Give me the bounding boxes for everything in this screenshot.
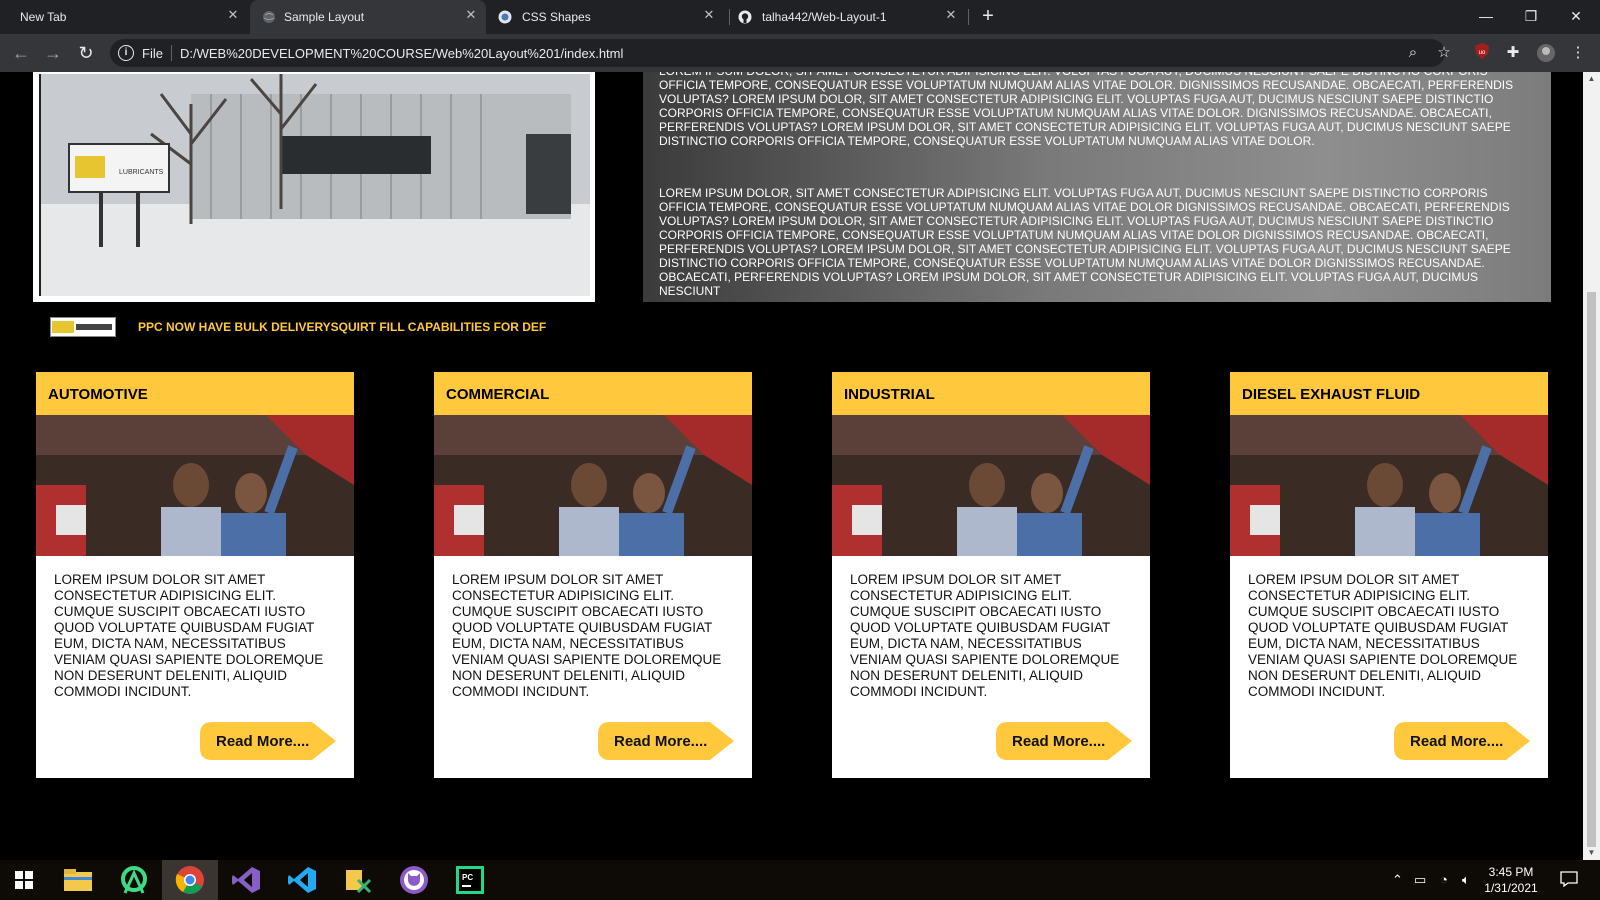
- card-title: Automotive: [36, 372, 354, 415]
- close-icon[interactable]: ✕: [226, 8, 240, 22]
- new-tab-icon[interactable]: +: [978, 6, 998, 27]
- tab-strip: New Tab ✕ Sample Layout ✕ CSS Shapes ✕ t…: [0, 0, 1600, 34]
- close-icon[interactable]: ✕: [702, 8, 716, 22]
- volume-icon[interactable]: 🔈︎: [1462, 872, 1470, 888]
- close-icon[interactable]: ✕: [944, 8, 958, 22]
- clock-date: 1/31/2021: [1484, 881, 1538, 895]
- read-more-label: Read More....: [216, 733, 310, 750]
- wifi-icon[interactable]: ◔: [1440, 872, 1448, 887]
- puzzle-icon[interactable]: ✚: [1503, 43, 1523, 63]
- globe-icon: [263, 11, 275, 23]
- page-viewport: LUBRICANTS Lorem ipsum dolor, sit amet c…: [0, 72, 1583, 860]
- tab-new-tab[interactable]: New Tab ✕: [8, 0, 244, 34]
- svg-text:LUBRICANTS: LUBRICANTS: [119, 169, 164, 176]
- ublock-icon[interactable]: uo: [1472, 43, 1492, 63]
- read-more-label: Read More....: [1410, 733, 1504, 750]
- tab-title: CSS Shapes: [522, 10, 591, 24]
- window-close-icon[interactable]: ✕: [1566, 6, 1586, 26]
- hero-paragraph: Lorem ipsum dolor, sit amet consectetur …: [659, 186, 1511, 298]
- scroll-down-icon[interactable]: ▼: [1583, 846, 1600, 860]
- tab-title: talha442/Web-Layout-1: [762, 10, 887, 24]
- arrow-right-icon[interactable]: →: [42, 42, 64, 64]
- hero-text-panel: Lorem ipsum dolor, sit amet consectetur …: [643, 72, 1551, 302]
- news-ticker: PPC NOW HAVE BULK DELIVERYSQUIRT FILL CA…: [50, 316, 546, 338]
- tab-css-shapes[interactable]: CSS Shapes ✕: [490, 0, 726, 34]
- mechanics-photo: [434, 415, 752, 556]
- card-text: Lorem ipsum dolor sit amet consectetur a…: [54, 572, 324, 699]
- github-icon: [738, 10, 752, 24]
- clock-time: 3:45 PM: [1488, 865, 1534, 879]
- news-headline: PPC NOW HAVE BULK DELIVERYSQUIRT FILL CA…: [138, 320, 547, 334]
- info-icon[interactable]: i: [118, 45, 134, 61]
- tab-title: Sample Layout: [284, 10, 365, 24]
- scroll-up-icon[interactable]: ▲: [1583, 72, 1600, 86]
- profile-avatar[interactable]: [1536, 43, 1556, 63]
- app-icon[interactable]: [330, 860, 386, 900]
- chrome-icon[interactable]: [162, 860, 218, 900]
- tab-sample-layout[interactable]: Sample Layout ✕: [250, 0, 486, 34]
- omnibox-separator: [171, 45, 172, 61]
- mechanics-photo: [1230, 415, 1548, 556]
- card-text: Lorem ipsum dolor sit amet consectetur a…: [850, 572, 1120, 699]
- card-commercial: Commercial Lorem ipsum dolor sit amet co…: [434, 372, 752, 778]
- site-favicon-icon: [498, 10, 512, 24]
- hero-image: LUBRICANTS: [33, 72, 595, 302]
- read-more-button[interactable]: Read More....: [1394, 722, 1534, 760]
- vscode-icon[interactable]: [274, 860, 330, 900]
- tab-title: New Tab: [20, 10, 67, 24]
- close-icon[interactable]: ✕: [464, 8, 478, 22]
- mechanics-photo: [36, 415, 354, 556]
- ppc-logo: [50, 317, 116, 337]
- windows-start-icon[interactable]: [0, 860, 48, 900]
- system-clock[interactable]: 3:45 PM 1/31/2021: [1476, 864, 1546, 896]
- card-automotive: Automotive Lorem ipsum dolor sit amet co…: [36, 372, 354, 778]
- card-text: Lorem ipsum dolor sit amet consectetur a…: [1248, 572, 1518, 699]
- windows-taskbar: PC ⌃ ▭ ◔ 🔈︎ 3:45 PM 1/31/2021: [0, 860, 1600, 900]
- github-desktop-icon[interactable]: [386, 860, 442, 900]
- card-diesel-exhaust-fluid: Diesel Exhaust Fluid Lorem ipsum dolor s…: [1230, 372, 1548, 778]
- ppc-logo-mark: [52, 321, 112, 333]
- address-bar[interactable]: i File D:/WEB%20DEVELOPMENT%20COURSE/Web…: [110, 39, 1451, 67]
- read-more-button[interactable]: Read More....: [996, 722, 1136, 760]
- star-icon[interactable]: ☆: [1434, 43, 1454, 63]
- read-more-button[interactable]: Read More....: [200, 722, 340, 760]
- pycharm-icon[interactable]: PC: [442, 860, 498, 900]
- read-more-label: Read More....: [614, 733, 708, 750]
- reload-icon[interactable]: ↻: [75, 42, 97, 64]
- minimize-icon[interactable]: —: [1476, 6, 1496, 26]
- svg-text:PC: PC: [462, 873, 473, 882]
- read-more-label: Read More....: [1012, 733, 1106, 750]
- card-industrial: Industrial Lorem ipsum dolor sit amet co…: [832, 372, 1150, 778]
- battery-icon[interactable]: ▭: [1414, 872, 1426, 888]
- chevron-up-icon[interactable]: ⌃: [1392, 872, 1403, 888]
- kebab-icon[interactable]: ⋮: [1568, 43, 1588, 63]
- building-photo: LUBRICANTS: [41, 74, 590, 296]
- page-scrollbar[interactable]: ▲ ▼: [1583, 72, 1600, 860]
- card-text: Lorem ipsum dolor sit amet consectetur a…: [452, 572, 722, 699]
- android-studio-icon[interactable]: [106, 860, 162, 900]
- zoom-icon[interactable]: ⌕: [1403, 43, 1423, 63]
- card-title: Industrial: [832, 372, 1150, 415]
- restore-icon[interactable]: ❐: [1521, 6, 1541, 26]
- card-title: Commercial: [434, 372, 752, 415]
- arrow-left-icon[interactable]: ←: [10, 42, 32, 64]
- scrollbar-thumb[interactable]: [1587, 292, 1596, 847]
- tab-github[interactable]: talha442/Web-Layout-1 ✕: [730, 0, 966, 34]
- svg-text:uo: uo: [1479, 50, 1486, 56]
- card-title: Diesel Exhaust Fluid: [1230, 372, 1548, 415]
- scheme-label: File: [142, 46, 163, 61]
- notification-icon[interactable]: [1560, 870, 1578, 891]
- visual-studio-icon[interactable]: [218, 860, 274, 900]
- hero-paragraph: Lorem ipsum dolor, sit amet consectetur …: [659, 72, 1514, 148]
- browser-toolbar: ← → ↻ i File D:/WEB%20DEVELOPMENT%20COUR…: [0, 34, 1600, 72]
- url-text[interactable]: D:/WEB%20DEVELOPMENT%20COURSE/Web%20Layo…: [180, 46, 623, 61]
- file-explorer-icon[interactable]: [50, 860, 106, 900]
- mechanics-photo: [832, 415, 1150, 556]
- read-more-button[interactable]: Read More....: [598, 722, 738, 760]
- tab-separator: [968, 9, 969, 25]
